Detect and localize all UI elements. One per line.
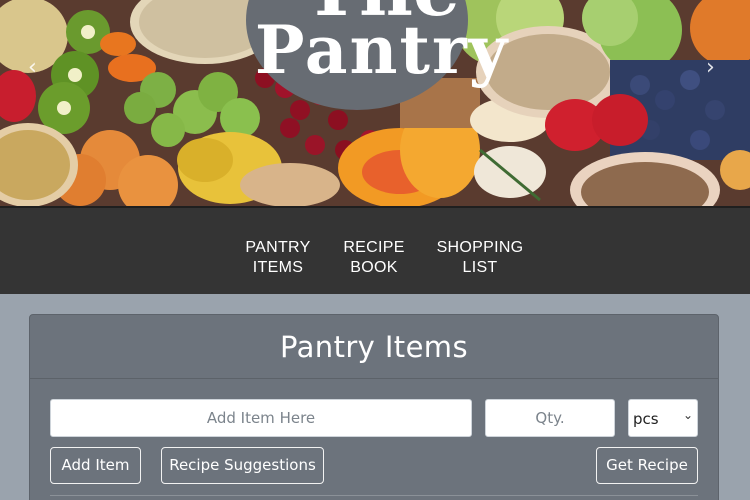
- get-recipe-button[interactable]: Get Recipe: [596, 447, 698, 484]
- chevron-right-icon[interactable]: ›: [706, 55, 715, 80]
- nav-label-line: LIST: [462, 259, 498, 276]
- divider: [50, 495, 698, 496]
- nav-recipe-book[interactable]: RECIPE BOOK: [338, 238, 410, 278]
- add-item-button[interactable]: Add Item: [50, 447, 141, 484]
- nav-label-line: PANTRY: [245, 239, 311, 256]
- nav-pantry-items[interactable]: PANTRY ITEMS: [240, 238, 316, 278]
- logo-line-2: Pantry: [254, 11, 510, 89]
- chevron-down-icon: ⌄: [683, 408, 694, 422]
- item-name-input[interactable]: [50, 399, 472, 437]
- page-title: Pantry Items: [280, 330, 468, 364]
- site-logo[interactable]: The Pantry: [232, 0, 532, 89]
- nav-label-line: RECIPE: [343, 239, 405, 256]
- quantity-input[interactable]: [485, 399, 615, 437]
- unit-select[interactable]: pcs ⌄: [628, 399, 698, 437]
- nav-shopping-list[interactable]: SHOPPING LIST: [430, 238, 530, 278]
- hero-banner: The Pantry ‹ ›: [0, 0, 750, 206]
- unit-selected-value: pcs: [633, 410, 659, 428]
- chevron-left-icon[interactable]: ‹: [28, 55, 37, 80]
- nav-label-line: SHOPPING: [436, 239, 524, 256]
- main-navbar: PANTRY ITEMS RECIPE BOOK SHOPPING LIST: [0, 206, 750, 294]
- recipe-suggestions-button[interactable]: Recipe Suggestions: [161, 447, 324, 484]
- nav-label-line: ITEMS: [252, 259, 304, 276]
- card-header: Pantry Items: [30, 315, 718, 379]
- pantry-card: Pantry Items pcs ⌄ Add Item Recipe Sugge…: [29, 314, 719, 500]
- nav-label-line: BOOK: [350, 259, 398, 276]
